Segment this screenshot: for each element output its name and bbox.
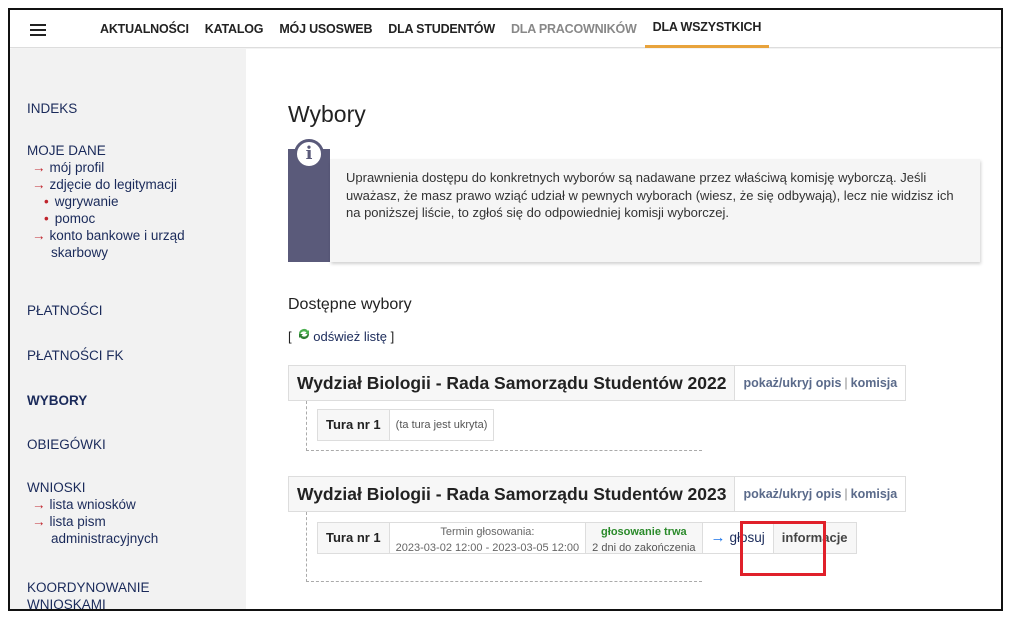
nav-dla-wszystkich[interactable]: DLA WSZYSTKICH xyxy=(644,10,770,48)
sidebar-item-wnioski[interactable]: WNIOSKI xyxy=(27,480,86,495)
sidebar-item-obiegowki[interactable]: OBIEGÓWKI xyxy=(27,437,106,452)
vote-highlight-box xyxy=(740,521,826,576)
nav-katalog[interactable]: KATALOG xyxy=(197,10,272,48)
election-title: Wydział Biologii - Rada Samorządu Studen… xyxy=(289,366,735,400)
sidebar-link-wgrywanie[interactable]: • wgrywanie xyxy=(44,194,119,209)
hamburger-menu-icon[interactable] xyxy=(30,24,46,36)
sidebar: INDEKS MOJE DANE → mój profil → zdjęcie do… xyxy=(10,49,246,609)
round-row: Tura nr 1 (ta tura jest ukryta) xyxy=(317,409,495,441)
browser-frame: AKTUALNOŚCI KATALOG MÓJ USOSWEB DLA STUD… xyxy=(8,8,1003,611)
sidebar-item-platnosci[interactable]: PŁATNOŚCI xyxy=(27,303,103,318)
arrow-right-icon: → xyxy=(32,228,46,243)
sidebar-link-pomoc[interactable]: • pomoc xyxy=(44,211,95,226)
arrow-right-icon: → xyxy=(32,177,46,192)
refresh-list: [ odśwież listę ] xyxy=(288,327,395,344)
election-rounds: Tura nr 1 (ta tura jest ukryta) xyxy=(306,401,702,451)
bullet-icon: • xyxy=(44,211,49,226)
sidebar-item-koordynowanie-cont[interactable]: WNIOSKAMI xyxy=(27,597,106,609)
arrow-right-icon: → xyxy=(32,514,46,529)
top-navigation-bar: AKTUALNOŚCI KATALOG MÓJ USOSWEB DLA STUD… xyxy=(10,10,1001,48)
info-text: Uprawnienia dostępu do konkretnych wybor… xyxy=(330,159,980,262)
sidebar-link-lista-pism[interactable]: → lista pism xyxy=(32,514,106,529)
sidebar-item-koordynowanie[interactable]: KOORDYNOWANIE xyxy=(27,580,150,595)
bullet-icon: • xyxy=(44,194,49,209)
election-title: Wydział Biologii - Rada Samorządu Studen… xyxy=(289,477,735,511)
sidebar-link-lista-wnioskow[interactable]: → lista wniosków xyxy=(32,497,136,512)
election-header: Wydział Biologii - Rada Samorządu Studen… xyxy=(288,476,907,512)
arrow-right-icon: → xyxy=(32,160,46,175)
refresh-icon[interactable] xyxy=(297,327,311,341)
nav-dla-pracownikow[interactable]: DLA PRACOWNIKÓW xyxy=(503,10,645,48)
info-box: i Uprawnienia dostępu do konkretnych wyb… xyxy=(288,139,980,262)
sidebar-item-moje-dane[interactable]: MOJE DANE xyxy=(27,143,106,158)
nav-aktualnosci[interactable]: AKTUALNOŚCI xyxy=(92,10,197,48)
arrow-right-icon: → xyxy=(32,497,46,512)
commission-link[interactable]: komisja xyxy=(851,376,898,390)
sidebar-item-indeks[interactable]: INDEKS xyxy=(27,101,77,116)
election-actions: pokaż/ukryj opis | komisja xyxy=(734,366,906,400)
commission-link[interactable]: komisja xyxy=(851,487,898,501)
election-actions: pokaż/ukryj opis | komisja xyxy=(734,477,906,511)
round-hidden-note: (ta tura jest ukryta) xyxy=(395,419,488,431)
toggle-description-link[interactable]: pokaż/ukryj opis xyxy=(743,487,841,501)
arrow-right-icon: → xyxy=(710,529,726,546)
nav-dla-studentow[interactable]: DLA STUDENTÓW xyxy=(380,10,503,48)
voting-status: głosowanie trwa 2 dni do zakończenia xyxy=(586,523,703,554)
page-title: Wybory xyxy=(288,101,366,127)
section-title: Dostępne wybory xyxy=(288,296,412,313)
nav-moj-usosweb[interactable]: MÓJ USOSWEB xyxy=(271,10,380,48)
sidebar-link-moj-profil[interactable]: → mój profil xyxy=(32,160,104,175)
election-rounds: Tura nr 1 Termin głosowania: 2023-03-02 … xyxy=(306,512,857,582)
toggle-description-link[interactable]: pokaż/ukryj opis xyxy=(743,376,841,390)
voting-term: Termin głosowania: 2023-03-02 12:00 - 20… xyxy=(390,523,587,554)
refresh-link[interactable]: odśwież listę xyxy=(313,329,387,344)
sidebar-item-wybory[interactable]: WYBORY xyxy=(27,393,87,408)
round-label: Tura nr 1 xyxy=(318,523,390,553)
sidebar-link-konto-bankowe-cont[interactable]: skarbowy xyxy=(51,245,108,260)
election-header: Wydział Biologii - Rada Samorządu Studen… xyxy=(288,365,907,401)
round-label: Tura nr 1 xyxy=(318,410,390,440)
sidebar-item-platnosci-fk[interactable]: PŁATNOŚCI FK xyxy=(27,348,124,363)
main-content: Wybory i Uprawnienia dostępu do konkretn… xyxy=(246,49,1001,609)
sidebar-link-zdjecie[interactable]: → zdjęcie do legitymacji xyxy=(32,177,177,192)
sidebar-link-konto-bankowe[interactable]: → konto bankowe i urząd xyxy=(32,228,185,243)
info-icon: i xyxy=(294,139,324,169)
sidebar-link-lista-pism-cont[interactable]: administracyjnych xyxy=(51,531,158,546)
main-nav: AKTUALNOŚCI KATALOG MÓJ USOSWEB DLA STUD… xyxy=(92,10,770,48)
